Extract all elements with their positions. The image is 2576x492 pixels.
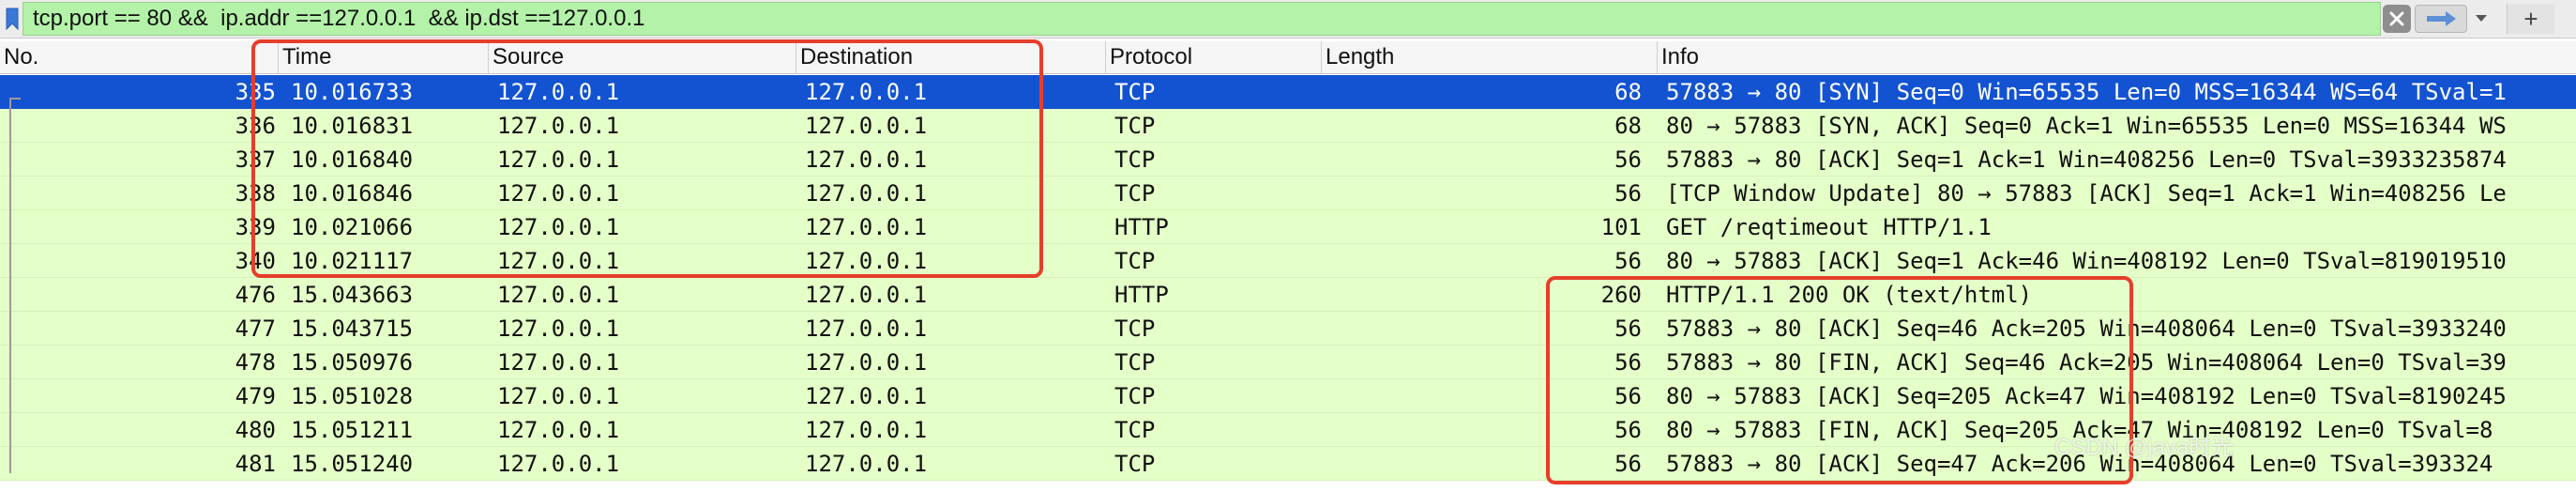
packet-number: 477 [235, 315, 276, 342]
packet-length: 68 [1614, 113, 1642, 139]
packet-number: 335 [235, 79, 276, 105]
packet-length: 101 [1600, 214, 1642, 240]
packet-time: 15.051211 [291, 417, 414, 443]
packet-time: 15.050976 [291, 349, 414, 376]
packet-protocol: TCP [1114, 113, 1156, 139]
packet-protocol: HTTP [1114, 214, 1169, 240]
packet-info: 80 → 57883 [SYN, ACK] Seq=0 Ack=1 Win=65… [1666, 113, 2507, 139]
packet-protocol: TCP [1114, 383, 1156, 409]
packet-destination: 127.0.0.1 [805, 417, 928, 443]
packet-time: 15.043663 [291, 282, 414, 308]
packet-destination: 127.0.0.1 [805, 282, 928, 308]
packet-info: GET /reqtimeout HTTP/1.1 [1666, 214, 1992, 240]
packet-protocol: TCP [1114, 248, 1156, 274]
handshake-highlight-box [251, 39, 1043, 278]
packet-number: 340 [235, 248, 276, 274]
chevron-down-icon [2476, 15, 2487, 22]
column-length[interactable]: Length [1321, 41, 1657, 73]
filter-history-dropdown[interactable] [2469, 5, 2493, 33]
display-filter-input[interactable]: tcp.port == 80 && ip.addr ==127.0.0.1 &&… [23, 2, 2381, 36]
packet-destination: 127.0.0.1 [805, 349, 928, 376]
packet-destination: 127.0.0.1 [805, 383, 928, 409]
packet-time: 15.051240 [291, 451, 414, 477]
packet-info: 57883 → 80 [SYN] Seq=0 Win=65535 Len=0 M… [1666, 79, 2507, 105]
packet-number: 338 [235, 180, 276, 207]
packet-destination: 127.0.0.1 [805, 451, 928, 477]
packet-row[interactable]: 478 15.050976 127.0.0.1 127.0.0.1 TCP 56… [0, 346, 2576, 379]
packet-info: 80 → 57883 [ACK] Seq=1 Ack=46 Win=408192… [1666, 248, 2507, 274]
packet-row[interactable]: 477 15.043715 127.0.0.1 127.0.0.1 TCP 56… [0, 312, 2576, 346]
column-protocol[interactable]: Protocol [1105, 41, 1321, 73]
add-filter-button[interactable]: + [2507, 4, 2554, 34]
packet-length: 56 [1614, 248, 1642, 274]
teardown-highlight-box [1546, 276, 2133, 484]
packet-row[interactable]: 476 15.043663 127.0.0.1 127.0.0.1 HTTP 2… [0, 278, 2576, 312]
packet-source: 127.0.0.1 [497, 282, 620, 308]
packet-protocol: TCP [1114, 180, 1156, 207]
packet-destination: 127.0.0.1 [805, 315, 928, 342]
packet-number: 480 [235, 417, 276, 443]
column-no[interactable]: No. [0, 41, 278, 73]
packet-source: 127.0.0.1 [497, 417, 620, 443]
watermark: CSDN @java时光 [2054, 435, 2235, 460]
packet-protocol: TCP [1114, 79, 1156, 105]
packet-source: 127.0.0.1 [497, 315, 620, 342]
packet-source: 127.0.0.1 [497, 349, 620, 376]
column-info[interactable]: Info [1657, 41, 2576, 73]
packet-number: 479 [235, 383, 276, 409]
packet-number: 476 [235, 282, 276, 308]
packet-source: 127.0.0.1 [497, 451, 620, 477]
packet-number: 336 [235, 113, 276, 139]
conversation-bracket-start [9, 98, 21, 100]
bookmark-icon[interactable] [3, 6, 22, 32]
packet-number: 339 [235, 214, 276, 240]
conversation-bracket [9, 98, 11, 473]
clear-x-icon[interactable] [2383, 5, 2411, 33]
packet-row[interactable]: 479 15.051028 127.0.0.1 127.0.0.1 TCP 56… [0, 379, 2576, 413]
packet-protocol: TCP [1114, 315, 1156, 342]
packet-source: 127.0.0.1 [497, 383, 620, 409]
packet-time: 15.043715 [291, 315, 414, 342]
packet-length: 56 [1614, 180, 1642, 207]
packet-number: 481 [235, 451, 276, 477]
packet-protocol: TCP [1114, 146, 1156, 173]
packet-number: 337 [235, 146, 276, 173]
packet-info: [TCP Window Update] 80 → 57883 [ACK] Seq… [1666, 180, 2507, 207]
packet-protocol: TCP [1114, 451, 1156, 477]
packet-info: 57883 → 80 [ACK] Seq=1 Ack=1 Win=408256 … [1666, 146, 2507, 173]
packet-length: 68 [1614, 79, 1642, 105]
packet-time: 15.051028 [291, 383, 414, 409]
packet-number: 478 [235, 349, 276, 376]
arrow-right-icon [2427, 11, 2456, 26]
packet-protocol: HTTP [1114, 282, 1169, 308]
packet-protocol: TCP [1114, 417, 1156, 443]
display-filter-toolbar: tcp.port == 80 && ip.addr ==127.0.0.1 &&… [0, 0, 2576, 38]
packet-protocol: TCP [1114, 349, 1156, 376]
packet-length: 56 [1614, 146, 1642, 173]
apply-filter-button[interactable] [2415, 5, 2467, 33]
